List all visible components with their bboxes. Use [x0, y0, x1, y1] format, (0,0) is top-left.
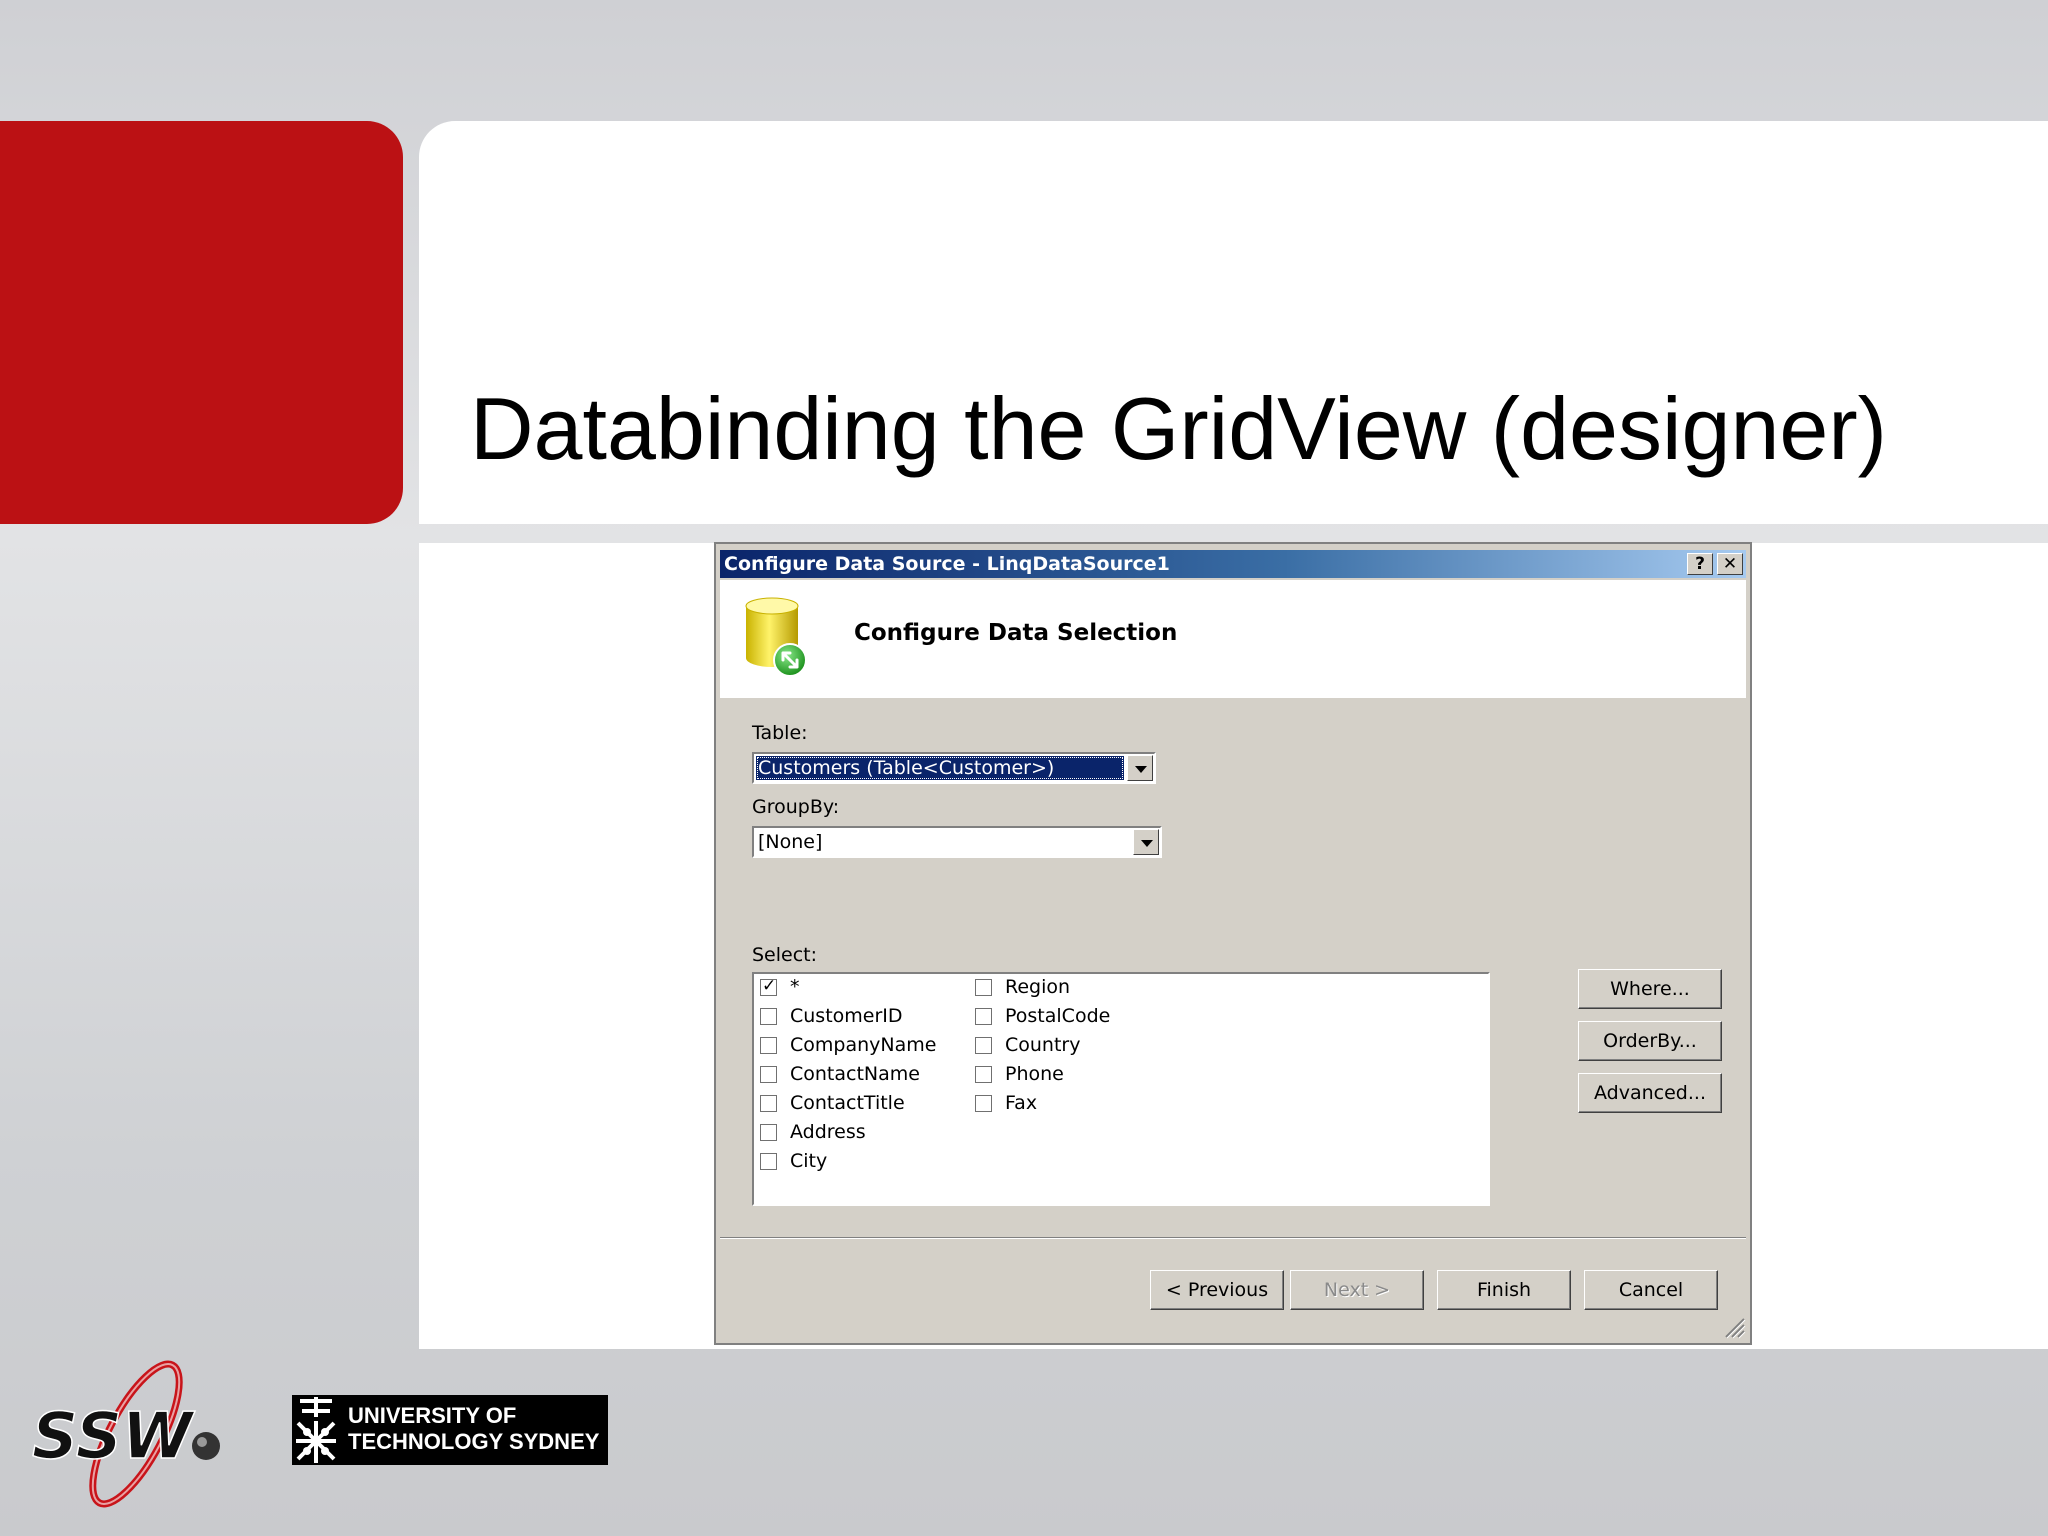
footer-separator	[720, 1237, 1746, 1239]
checkbox-icon[interactable]	[975, 1008, 992, 1025]
checkbox-icon[interactable]	[760, 1124, 777, 1141]
dialog-title: Configure Data Source - LinqDataSource1	[724, 553, 1170, 575]
checkbox-icon[interactable]	[975, 1037, 992, 1054]
checkbox-icon[interactable]	[760, 1037, 777, 1054]
previous-button[interactable]: < Previous	[1150, 1270, 1284, 1310]
advanced-button[interactable]: Advanced...	[1578, 1073, 1722, 1113]
database-icon	[745, 597, 807, 677]
column-label: *	[790, 976, 800, 998]
help-button[interactable]: ?	[1687, 553, 1713, 575]
uts-logo: UNIVERSITY OF TECHNOLOGY SYDNEY	[292, 1395, 608, 1465]
column-label: ContactTitle	[790, 1092, 905, 1114]
column-label: City	[790, 1150, 828, 1172]
table-dropdown[interactable]: Customers (Table<Customer>)	[752, 752, 1156, 784]
slide-title: Databinding the GridView (designer)	[470, 379, 1887, 478]
table-label: Table:	[752, 722, 808, 744]
column-label: Fax	[1005, 1092, 1038, 1114]
svg-text:SSW: SSW	[32, 1400, 196, 1474]
select-columns-list[interactable]: * CustomerID CompanyName ContactName Con…	[752, 972, 1490, 1206]
column-label: Phone	[1005, 1063, 1064, 1085]
checkbox-icon[interactable]	[760, 1153, 777, 1170]
where-button[interactable]: Where...	[1578, 969, 1722, 1009]
column-label: Address	[790, 1121, 866, 1143]
chevron-down-icon[interactable]	[1127, 755, 1153, 781]
column-label: CustomerID	[790, 1005, 903, 1027]
resize-grip-icon[interactable]	[1722, 1315, 1746, 1339]
red-accent-block	[0, 121, 403, 524]
groupby-label: GroupBy:	[752, 796, 840, 818]
wizard-step-title: Configure Data Selection	[854, 620, 1178, 646]
ssw-logo: SSW	[31, 1360, 220, 1508]
checkbox-icon[interactable]	[975, 1066, 992, 1083]
checkbox-icon[interactable]	[760, 1066, 777, 1083]
checkbox-icon[interactable]	[760, 1095, 777, 1112]
column-label: ContactName	[790, 1063, 920, 1085]
uts-text-line1: UNIVERSITY OF	[348, 1403, 517, 1428]
checkbox-checked-icon[interactable]	[760, 976, 777, 996]
uts-text-line2: TECHNOLOGY SYDNEY	[348, 1429, 600, 1454]
uts-emblem-icon	[292, 1395, 340, 1465]
orderby-button[interactable]: OrderBy...	[1578, 1021, 1722, 1061]
column-label: Region	[1005, 976, 1071, 998]
chevron-down-icon[interactable]	[1133, 829, 1159, 855]
checkbox-icon[interactable]	[975, 979, 992, 996]
dialog-titlebar[interactable]: Configure Data Source - LinqDataSource1 …	[720, 550, 1746, 578]
column-label: PostalCode	[1005, 1005, 1111, 1027]
column-label: CompanyName	[790, 1034, 937, 1056]
next-button[interactable]: Next >	[1290, 1270, 1424, 1310]
groupby-dropdown[interactable]: [None]	[752, 826, 1162, 858]
table-dropdown-value: Customers (Table<Customer>)	[756, 756, 1124, 780]
wizard-header: Configure Data Selection	[720, 580, 1746, 698]
column-label: Country	[1005, 1034, 1081, 1056]
close-button[interactable]: ✕	[1717, 553, 1743, 575]
select-label: Select:	[752, 944, 818, 966]
groupby-dropdown-value: [None]	[758, 831, 823, 853]
cancel-button[interactable]: Cancel	[1584, 1270, 1718, 1310]
finish-button[interactable]: Finish	[1437, 1270, 1571, 1310]
checkbox-icon[interactable]	[975, 1095, 992, 1112]
configure-data-source-dialog: Configure Data Source - LinqDataSource1 …	[714, 542, 1752, 1345]
checkbox-icon[interactable]	[760, 1008, 777, 1025]
